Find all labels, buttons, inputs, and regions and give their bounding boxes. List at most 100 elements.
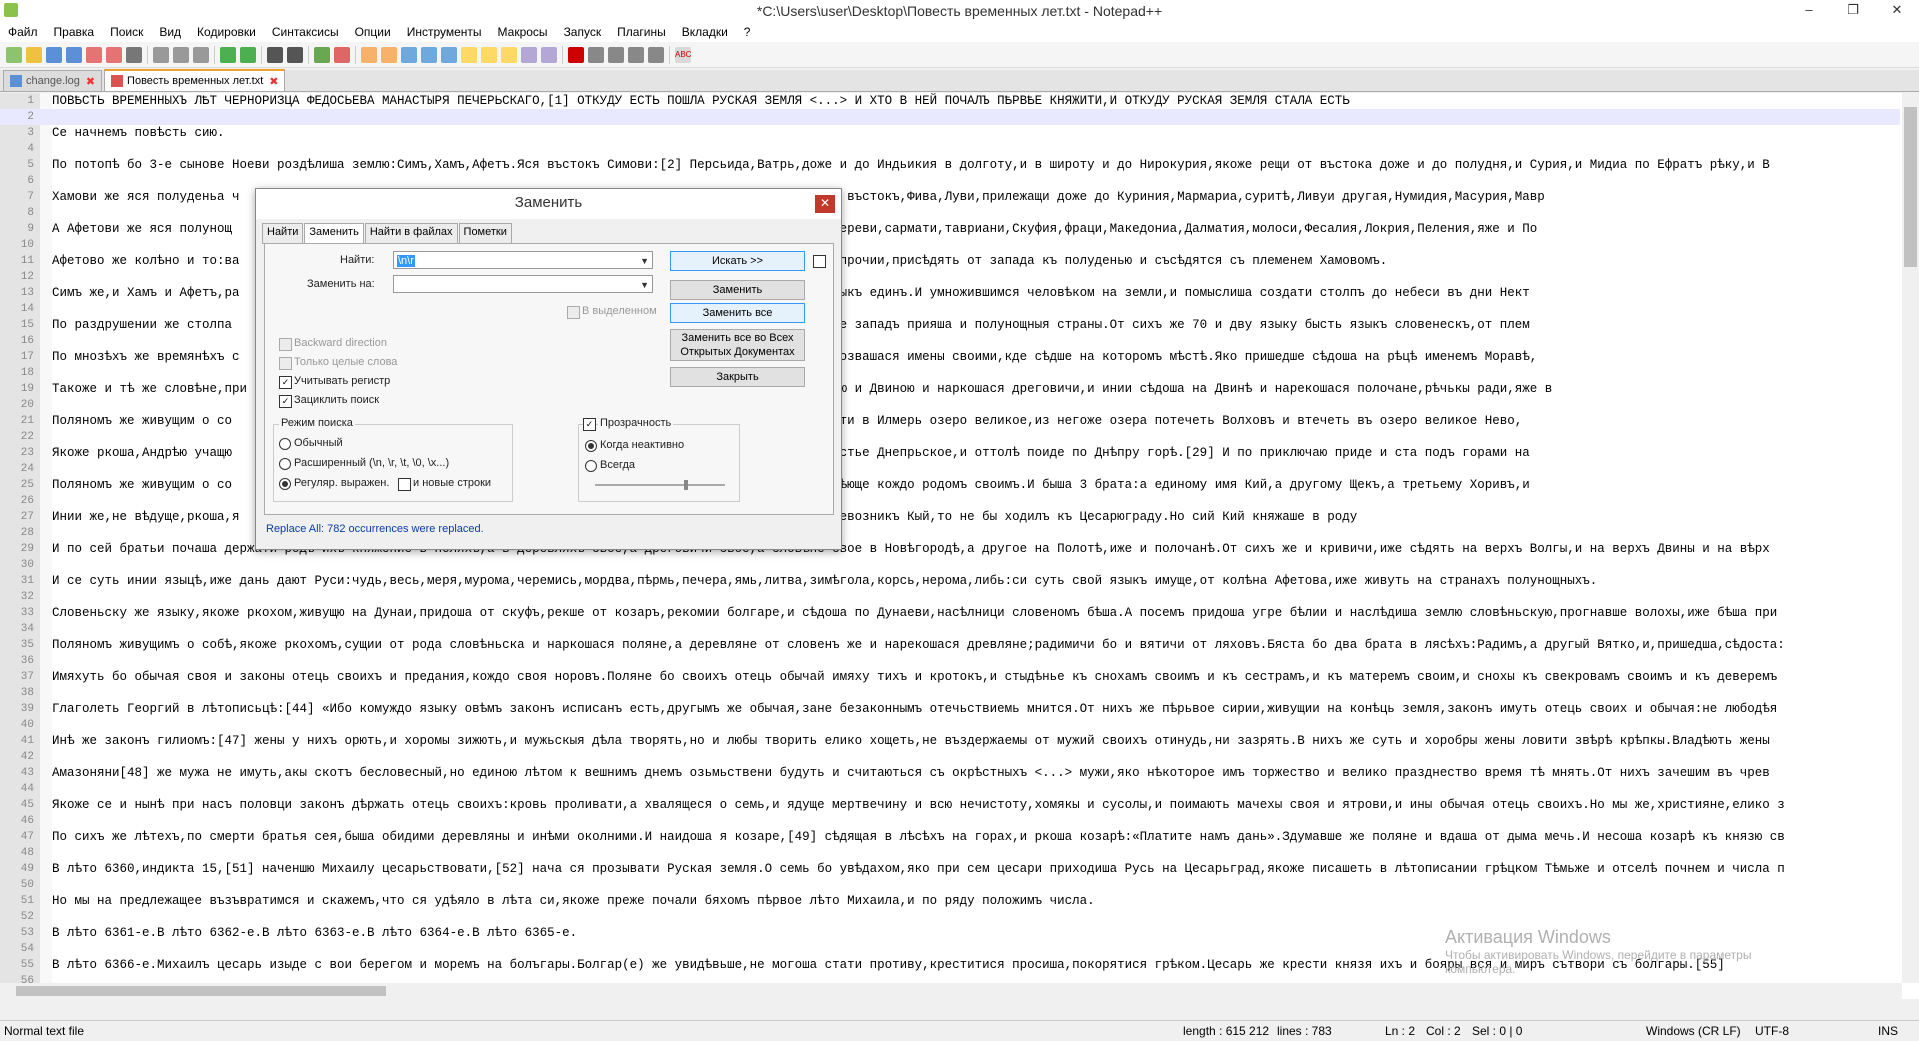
whole-word-checkbox[interactable] <box>279 357 292 370</box>
extended-mode-radio[interactable] <box>279 458 291 470</box>
menu-settings[interactable]: Опции <box>347 25 399 39</box>
minimize-button[interactable]: – <box>1787 0 1831 22</box>
editor-line[interactable]: 50 <box>0 877 1900 893</box>
wrap-around-checkbox[interactable]: ✓ <box>279 395 292 408</box>
scroll-thumb[interactable] <box>16 986 386 996</box>
menu-language[interactable]: Синтаксисы <box>264 25 347 39</box>
in-selection-checkbox[interactable] <box>567 306 580 319</box>
dialog-close-icon[interactable]: ✕ <box>815 195 835 213</box>
editor-line[interactable]: 2 <box>0 109 1900 125</box>
word-wrap-icon[interactable] <box>401 46 417 63</box>
editor-line[interactable]: 46 <box>0 813 1900 829</box>
close-tab-icon[interactable]: ✖ <box>269 75 278 88</box>
save-all-icon[interactable] <box>66 46 82 63</box>
replace-button[interactable]: Заменить <box>670 280 805 300</box>
editor-line[interactable]: 47 По сихъ же лѣтехъ,по смерти братья сея… <box>0 829 1900 845</box>
spell-check-icon[interactable]: ABC <box>675 46 691 63</box>
editor-line[interactable]: 36 <box>0 653 1900 669</box>
editor-line[interactable]: 48 <box>0 845 1900 861</box>
editor-line[interactable]: 39 Глаголеть Георгий в лѣтописьцѣ:[44] «И… <box>0 701 1900 717</box>
editor-line[interactable]: 44 <box>0 781 1900 797</box>
newline-checkbox[interactable] <box>398 478 411 491</box>
editor-line[interactable]: 52 <box>0 909 1900 925</box>
line-text[interactable]: ПОВѢСТЬ ВРЕМЕННЫХЪ ЛѢТ ЧЕРНОРИЗЦА ФЕДОСЬ… <box>52 93 1350 109</box>
menu-tabs[interactable]: Вкладки <box>674 25 736 39</box>
save-icon[interactable] <box>46 46 62 63</box>
zoom-out-icon[interactable] <box>334 46 350 63</box>
line-text[interactable]: Словеньску же языку,якоже ркохом,живущю … <box>52 605 1777 621</box>
editor-line[interactable]: 38 <box>0 685 1900 701</box>
vertical-scrollbar[interactable] <box>1902 93 1919 983</box>
maximize-button[interactable]: ❐ <box>1831 0 1875 22</box>
line-text[interactable]: По потопѣ бо 3-е сынове Ноеви роздѣлиша … <box>52 157 1770 173</box>
zoom-in-icon[interactable] <box>314 46 330 63</box>
line-text[interactable]: Но мы на предлежащее възъвратимся и скаж… <box>52 893 1095 909</box>
menu-plugins[interactable]: Плагины <box>609 25 674 39</box>
user-lang-icon[interactable] <box>461 46 477 63</box>
close-button[interactable]: Закрыть <box>670 367 805 387</box>
menu-search[interactable]: Поиск <box>102 25 151 39</box>
line-text[interactable]: Глаголеть Георгий в лѣтописьцѣ:[44] «Ибо… <box>52 701 1777 717</box>
tab-povest[interactable]: Повесть временных лет.txt ✖ <box>104 69 286 91</box>
line-text[interactable]: Поляномъ живущимъ о собѣ,якоже ркохомъ,с… <box>52 637 1785 653</box>
chevron-down-icon[interactable]: ▼ <box>640 252 649 270</box>
close-file-icon[interactable] <box>86 46 102 63</box>
line-text[interactable]: Амазоняни[48] же мужа не имуть,акы скотъ… <box>52 765 1770 781</box>
scroll-thumb[interactable] <box>1904 107 1917 267</box>
menu-encoding[interactable]: Кодировки <box>189 25 264 39</box>
encoding-indicator[interactable]: UTF-8 <box>1755 1024 1789 1038</box>
doc-map-icon[interactable] <box>481 46 497 63</box>
new-file-icon[interactable] <box>6 46 22 63</box>
save-macro-icon[interactable] <box>648 46 664 63</box>
chevron-down-icon[interactable]: ▼ <box>640 276 649 294</box>
line-text[interactable]: По сихъ же лѣтехъ,по смерти братья сея,б… <box>52 829 1785 845</box>
show-all-chars-icon[interactable] <box>421 46 437 63</box>
sync-horizontal-icon[interactable] <box>381 46 397 63</box>
match-case-checkbox[interactable]: ✓ <box>279 376 292 389</box>
close-all-icon[interactable] <box>106 46 122 63</box>
editor-line[interactable]: 43 Амазоняни[48] же мужа не имуть,акы ско… <box>0 765 1900 781</box>
run-macro-multiple-icon[interactable] <box>628 46 644 63</box>
tab-mark[interactable]: Пометки <box>458 223 512 244</box>
editor-line[interactable]: 45 Якоже се и нынѣ при насъ половци закон… <box>0 797 1900 813</box>
menu-tools[interactable]: Инструменты <box>399 25 490 39</box>
editor-line[interactable]: 33 Словеньску же языку,якоже ркохом,живущ… <box>0 605 1900 621</box>
menu-edit[interactable]: Правка <box>46 25 103 39</box>
replace-all-button[interactable]: Заменить все <box>670 303 805 323</box>
find-icon[interactable] <box>267 46 283 63</box>
copy-icon[interactable] <box>173 46 189 63</box>
editor-line[interactable]: 1 ПОВѢСТЬ ВРЕМЕННЫХЪ ЛѢТ ЧЕРНОРИЗЦА ФЕДОС… <box>0 93 1900 109</box>
tab-find-in-files[interactable]: Найти в файлах <box>364 223 458 244</box>
regex-mode-radio[interactable] <box>279 478 291 490</box>
line-text[interactable]: Имяхуть бо обычая своя и законы отець св… <box>52 669 1777 685</box>
editor-line[interactable]: 6 <box>0 173 1900 189</box>
replace-all-open-docs-button[interactable]: Заменить все во Всех Открытых Документах <box>670 329 805 361</box>
menu-run[interactable]: Запуск <box>556 25 610 39</box>
horizontal-scrollbar[interactable] <box>0 983 1902 999</box>
close-tab-icon[interactable]: ✖ <box>86 75 95 88</box>
line-text[interactable]: И се суть инии языцѣ,иже дань дают Руси:… <box>52 573 1597 589</box>
editor-line[interactable]: 30 <box>0 557 1900 573</box>
record-macro-icon[interactable] <box>568 46 584 63</box>
editor-line[interactable]: 35 Поляномъ живущимъ о собѣ,якоже ркохомъ… <box>0 637 1900 653</box>
editor-line[interactable]: 40 <box>0 717 1900 733</box>
indent-guide-icon[interactable] <box>441 46 457 63</box>
undo-icon[interactable] <box>220 46 236 63</box>
editor-line[interactable]: 41 Инѣ же законъ гилиомъ:[47] жены у нихъ… <box>0 733 1900 749</box>
tab-replace[interactable]: Заменить <box>304 223 364 245</box>
editor-line[interactable]: 3 Се начнемъ повѣсть сию. <box>0 125 1900 141</box>
replace-icon[interactable] <box>287 46 303 63</box>
sync-vertical-icon[interactable] <box>361 46 377 63</box>
line-text[interactable]: Якоже се и нынѣ при насъ половци законъ … <box>52 797 1785 813</box>
stop-macro-icon[interactable] <box>588 46 604 63</box>
print-icon[interactable] <box>126 46 142 63</box>
when-inactive-radio[interactable] <box>585 440 597 452</box>
transparency-checkbox[interactable]: ✓ <box>583 418 596 431</box>
backward-direction-checkbox[interactable] <box>279 338 292 351</box>
editor-line[interactable]: 42 <box>0 749 1900 765</box>
editor-line[interactable]: 34 <box>0 621 1900 637</box>
slider-thumb[interactable] <box>684 480 688 490</box>
editor-line[interactable]: 49 В лѣто 6360,индикта 15,[51] наченшю Ми… <box>0 861 1900 877</box>
paste-icon[interactable] <box>193 46 209 63</box>
replace-input[interactable]: ▼ <box>393 275 653 293</box>
